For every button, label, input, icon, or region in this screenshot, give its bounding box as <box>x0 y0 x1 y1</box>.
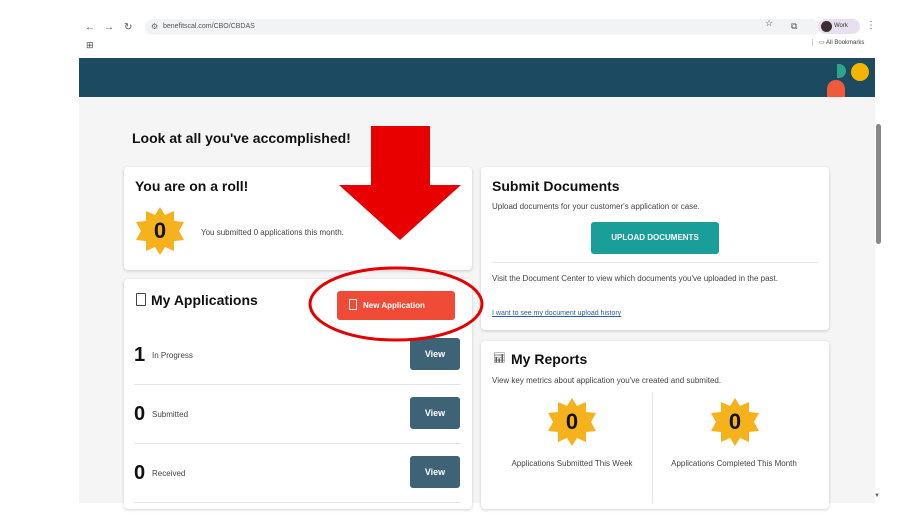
circle-annotation <box>308 266 484 342</box>
down-arrow-annotation <box>339 126 461 240</box>
annotation-layer <box>308 126 484 342</box>
